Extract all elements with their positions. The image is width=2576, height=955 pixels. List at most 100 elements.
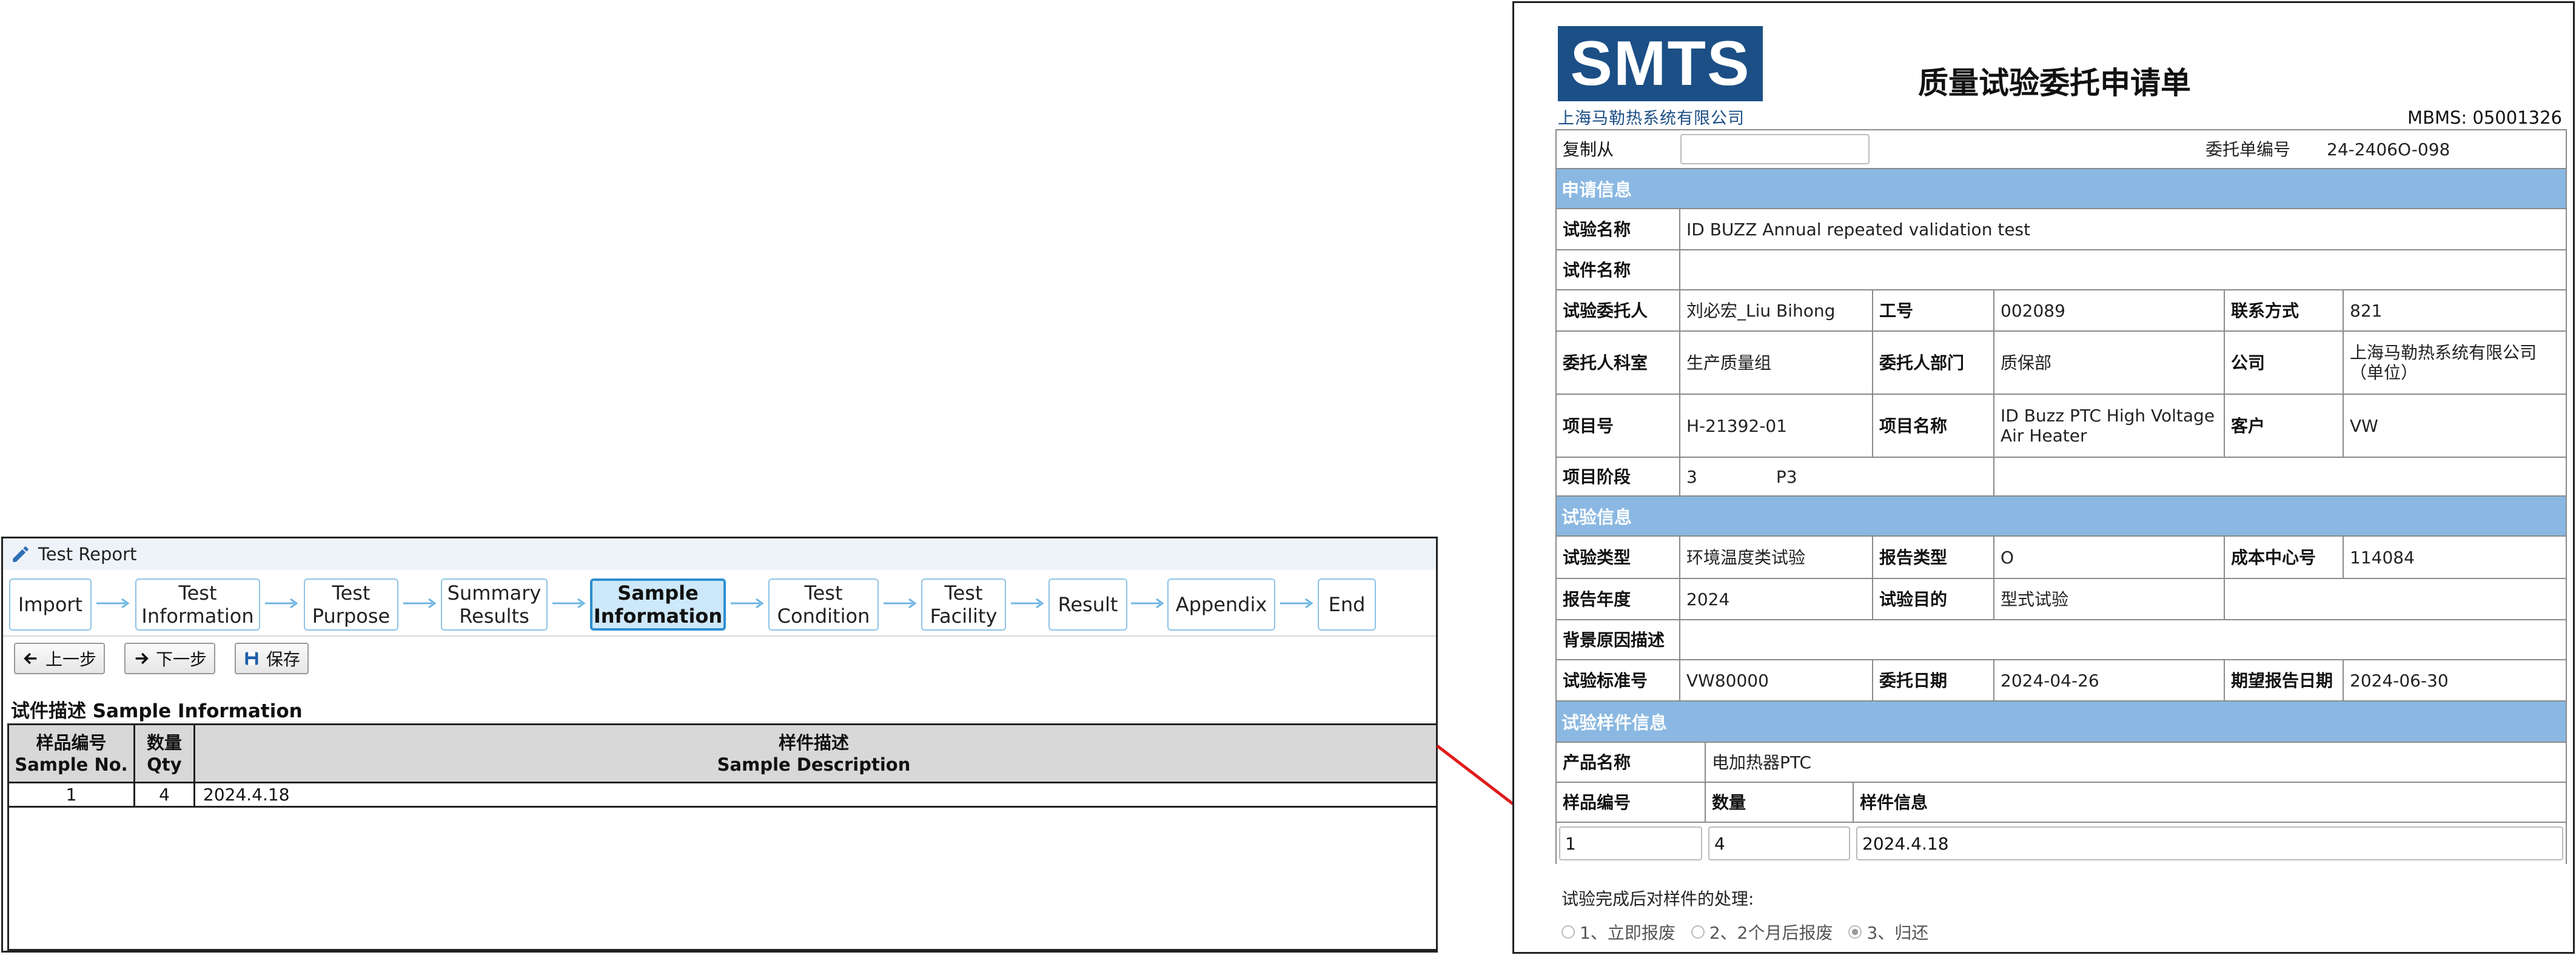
emp-no-value[interactable]: 002089 [1993,290,2224,330]
save-button[interactable]: 保存 [235,643,309,674]
customer-label: 客户 [2224,395,2343,457]
radio-icon [1691,925,1705,939]
disposal-options: 1、立即报废 2、2个月后报废 3、归还 [1561,920,1944,944]
report-year-row: 报告年度 2024 试验目的 型式试验 [1557,579,2566,620]
order-date-value[interactable]: 2024-04-26 [1993,660,2224,700]
step-sample-information[interactable]: Sample Information [590,578,726,631]
step-test-purpose[interactable]: Test Purpose [304,578,398,631]
step-arrow-icon [1280,598,1313,609]
step-test-information[interactable]: Test Information [135,578,260,631]
step-import[interactable]: Import [9,578,92,631]
requester-label: 试验委托人 [1563,300,1648,321]
report-type-value[interactable]: O [1993,537,2224,578]
copy-from-row: 复制从 委托单编号 24-2406O-098 [1557,130,2566,169]
dept-label: 委托人部门 [1872,332,1993,394]
edit-pencil-icon [13,546,29,562]
step-test-facility[interactable]: Test Facility [921,578,1006,631]
qty-label: 数量 [1705,783,1853,822]
order-no-label: 委托单编号 [2205,139,2291,159]
company-label: 公司 [2224,332,2343,394]
copy-from-input[interactable] [1680,134,1870,164]
step-arrow-icon [265,598,298,609]
company-name: 上海马勒热系统有限公司 [1558,109,1745,128]
disposal-option-return[interactable]: 3、归还 [1848,920,1928,944]
quality-test-request-form: SMTS 上海马勒热系统有限公司 质量试验委托申请单 MBMS: 0500132… [1512,1,2575,954]
step-end[interactable]: End [1318,578,1376,631]
purpose-value[interactable]: 型式试验 [1993,579,2224,619]
background-label: 背景原因描述 [1563,629,1665,650]
background-value[interactable] [1679,620,2566,659]
phase-code: P3 [1776,466,1797,487]
table-row[interactable]: 1 4 2024.4.18 [9,783,1436,808]
test-name-value[interactable]: ID BUZZ Annual repeated validation test [1679,209,2566,249]
phase-value[interactable]: 3 P3 [1679,458,1993,495]
standard-label: 试验标准号 [1563,670,1648,691]
phase-row: 项目阶段 3 P3 [1557,458,2566,497]
col-header-sample-no: 样品编号 Sample No. [15,732,128,775]
disposal-label: 试验完成后对样件的处理: [1561,889,1754,909]
office-row: 委托人科室 生产质量组 委托人部门 质保部 公司 上海马勒热系统有限公司（单位） [1557,332,2566,395]
radio-icon [1561,925,1575,939]
office-value[interactable]: 生产质量组 [1679,332,1872,394]
step-test-condition[interactable]: Test Condition [768,578,879,631]
sample-info-label: 样件信息 [1853,783,2566,822]
wizard-steps: Import Test Information Test Purpose Sum… [3,570,1436,635]
step-arrow-icon [884,598,917,609]
form-grid: 复制从 委托单编号 24-2406O-098 申请信息 试验名称 ID BUZZ… [1555,129,2567,864]
report-type-label: 报告类型 [1872,537,1993,578]
disposal-option-immediate[interactable]: 1、立即报废 [1561,920,1675,944]
previous-step-button[interactable]: 上一步 [14,643,106,674]
project-no-value[interactable]: H-21392-01 [1679,395,1872,457]
part-name-row: 试件名称 [1557,250,2566,290]
step-appendix[interactable]: Appendix [1167,578,1275,631]
qty-input[interactable]: 4 [1708,826,1850,860]
company-value[interactable]: 上海马勒热系统有限公司（单位） [2343,332,2566,394]
smts-logo: SMTS [1558,26,1763,101]
section-test: 试验信息 [1557,497,2566,537]
phase-blank [1993,458,2566,495]
form-title: 质量试验委托申请单 [1918,65,2191,101]
cell-description[interactable]: 2024.4.18 [203,783,810,806]
step-arrow-icon [1011,598,1044,609]
previous-step-label: 上一步 [45,649,97,669]
sample-no-input[interactable]: 1 [1559,826,1702,860]
expected-date-value[interactable]: 2024-06-30 [2343,660,2566,700]
cell-sample-no[interactable]: 1 [9,783,133,806]
customer-value[interactable]: VW [2343,395,2566,457]
sample-info-input[interactable]: 2024.4.18 [1856,826,2563,860]
disposal-option-two-months[interactable]: 2、2个月后报废 [1691,920,1833,944]
mbms-number: MBMS: 05001326 [2407,107,2562,128]
cost-center-value[interactable]: 114084 [2343,537,2566,578]
radio-selected-icon [1848,925,1862,939]
report-year-value[interactable]: 2024 [1679,579,1872,619]
emp-no-label: 工号 [1872,290,1993,330]
background-row: 背景原因描述 [1557,620,2566,660]
save-label: 保存 [266,649,301,669]
project-name-value[interactable]: ID Buzz PTC High Voltage Air Heater [1993,395,2224,457]
arrow-right-icon [135,652,149,665]
step-arrow-icon [552,598,586,609]
contact-value[interactable]: 821 [2343,290,2566,330]
test-type-value[interactable]: 环境温度类试验 [1679,537,1872,578]
next-step-button[interactable]: 下一步 [124,643,216,674]
sample-header-row: 样品编号 数量 样件信息 [1557,783,2566,823]
contact-label: 联系方式 [2224,290,2343,330]
step-summary-results[interactable]: Summary Results [441,578,548,631]
part-name-value[interactable] [1679,250,2566,289]
sample-info-section-title: 试件描述 Sample Information [11,700,303,722]
product-value[interactable]: 电加热器PTC [1705,743,2566,782]
test-name-row: 试验名称 ID BUZZ Annual repeated validation … [1557,209,2566,250]
step-arrow-icon [96,598,130,609]
cell-qty[interactable]: 4 [135,783,193,806]
phase-number: 3 [1686,466,1697,487]
next-step-label: 下一步 [156,649,207,669]
window-title: Test Report [38,544,137,565]
requester-value[interactable]: 刘必宏_Liu Bihong [1679,290,1872,330]
purpose-blank [2224,579,2566,619]
copy-from-label: 复制从 [1563,139,1614,159]
standard-value[interactable]: VW80000 [1679,660,1872,700]
sample-value-row: 1 4 2024.4.18 [1557,823,2566,864]
step-result[interactable]: Result [1048,578,1127,631]
dept-value[interactable]: 质保部 [1993,332,2224,394]
window-titlebar: Test Report [3,538,1436,570]
